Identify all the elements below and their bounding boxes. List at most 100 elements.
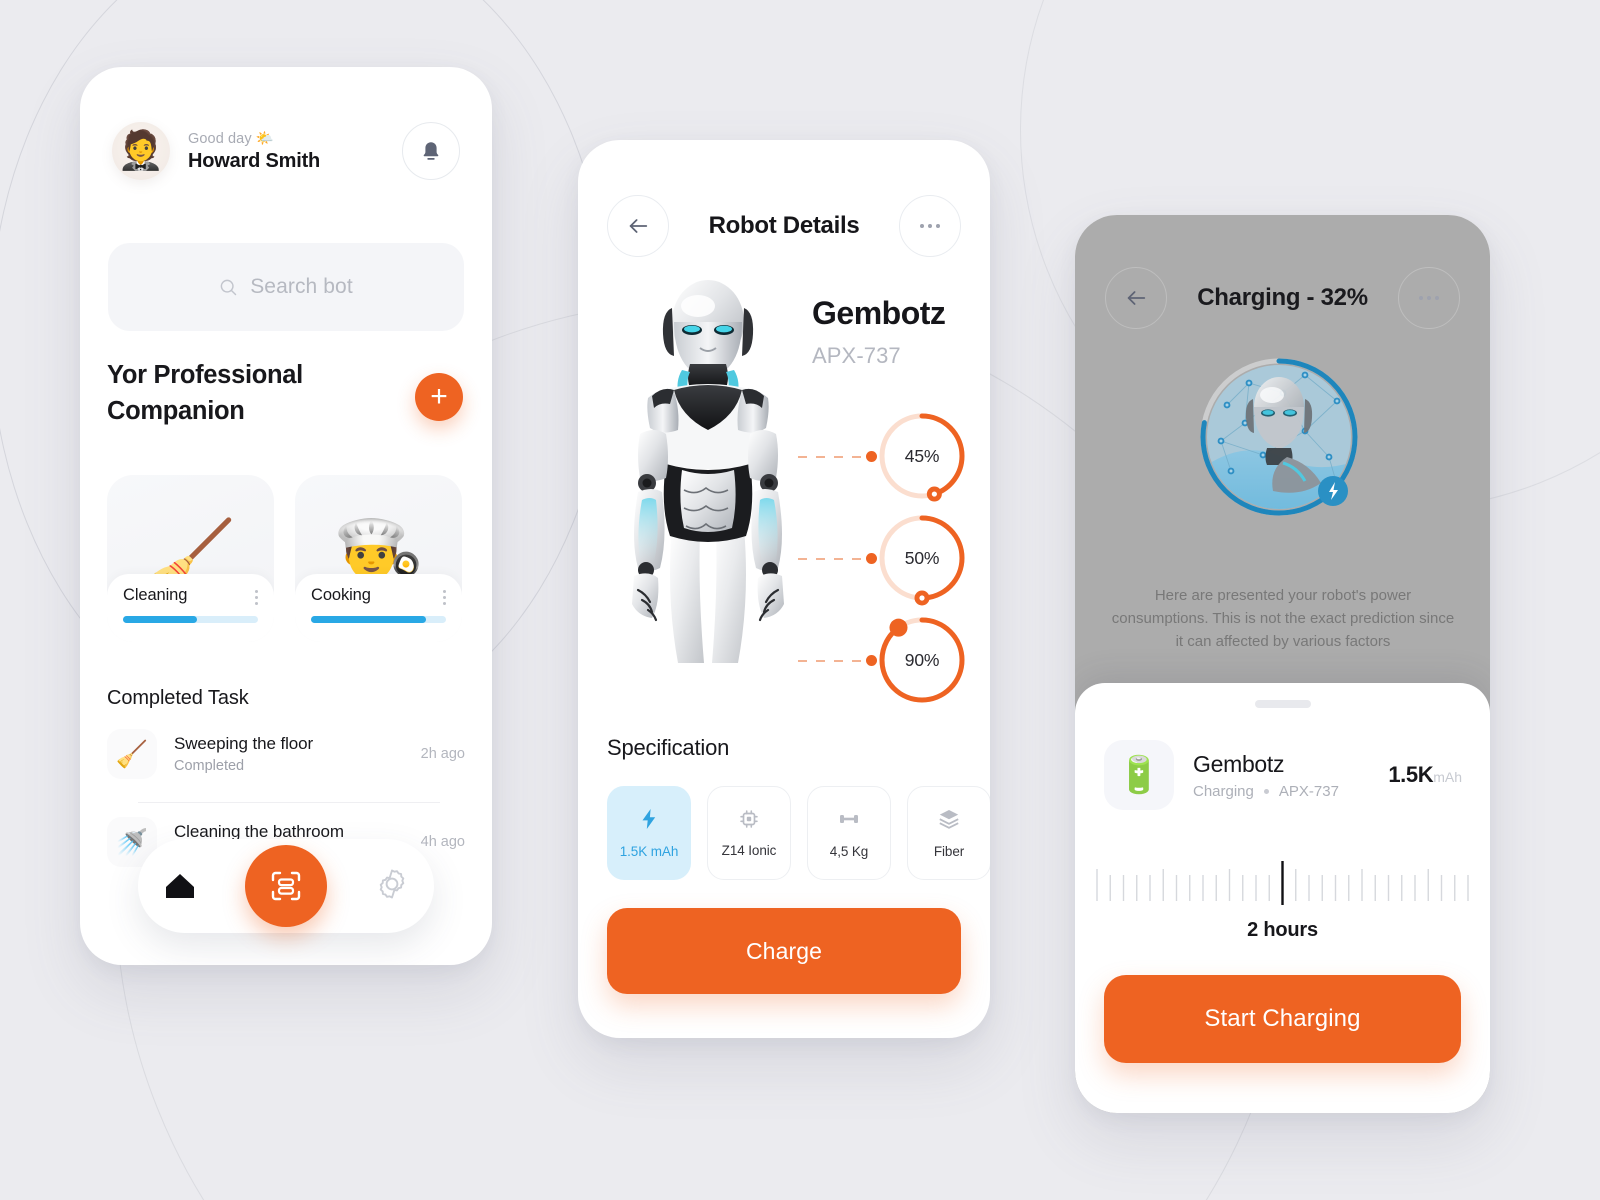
gauge-row-1: 45% — [792, 408, 982, 510]
plus-icon: + — [430, 380, 448, 413]
progress-gauge-45[interactable]: 45% — [874, 408, 970, 504]
progress-gauge-90[interactable]: 90% — [874, 612, 970, 708]
spec-label: 1.5K mAh — [619, 844, 679, 859]
spec-card-material[interactable]: Fiber — [907, 786, 990, 880]
start-charging-button[interactable]: Start Charging — [1104, 975, 1461, 1063]
duration-label: 2 hours — [1247, 919, 1318, 941]
greeting-text: Good day 🌤️ — [188, 130, 274, 147]
spec-card-processor[interactable]: Z14 Ionic — [707, 786, 791, 880]
capacity-readout: 1.5KmAh — [1388, 762, 1462, 788]
charge-button[interactable]: Charge — [607, 908, 961, 994]
arrow-left-icon — [1127, 291, 1146, 305]
add-bot-button[interactable]: + — [415, 373, 463, 421]
more-horizontal-icon — [1419, 296, 1439, 300]
nav-item-home[interactable] — [162, 868, 198, 905]
phone-screen-robot-details: Robot Details Gembotz APX-737 45% 50% 90… — [578, 140, 990, 1038]
spec-label: 4,5 Kg — [829, 844, 869, 859]
nav-item-settings[interactable] — [374, 866, 410, 907]
kebab-menu-icon[interactable] — [443, 586, 446, 605]
nav-item-scan[interactable] — [244, 845, 327, 927]
page-title: Charging - 32% — [1197, 284, 1368, 311]
bot-progress-fill — [311, 616, 426, 623]
charging-visual — [1200, 358, 1358, 516]
details-header: Robot Details — [578, 195, 990, 257]
dashed-connector — [798, 558, 868, 560]
task-timestamp: 4h ago — [420, 834, 465, 850]
phone-screen-charging: Charging - 32% Here are presented your r… — [1075, 215, 1490, 1113]
search-placeholder: Search bot — [250, 275, 353, 298]
user-name: Howard Smith — [188, 149, 321, 172]
more-options-button[interactable] — [899, 195, 961, 257]
bolt-icon — [642, 809, 656, 829]
dashed-connector — [798, 456, 868, 458]
notification-button[interactable] — [402, 122, 460, 180]
bot-progress-track — [311, 616, 446, 623]
spec-card-weight[interactable]: 4,5 Kg — [807, 786, 891, 880]
divider — [138, 802, 440, 803]
canvas: 🤵 Good day 🌤️ Howard Smith Search bot Yo… — [0, 0, 1600, 1200]
arrow-left-icon — [629, 219, 648, 233]
gauge-value: 45% — [904, 445, 940, 466]
device-name: Gembotz — [1193, 750, 1285, 777]
bot-name: Cleaning — [123, 586, 188, 604]
duration-ruler-slider[interactable] — [1075, 855, 1490, 911]
task-status: Completed — [174, 758, 245, 774]
bot-name: Cooking — [311, 586, 371, 604]
bot-card-footer: Cooking — [295, 574, 462, 642]
list-item[interactable]: 🧹 Sweeping the floor Completed 2h ago — [107, 727, 465, 781]
specification-title: Specification — [607, 735, 730, 760]
task-name: Sweeping the floor — [174, 734, 314, 753]
bot-card-footer: Cleaning — [107, 574, 274, 642]
bot-card-list: 🧹 Cleaning 👨‍🍳 Cooking — [107, 475, 462, 642]
gauge-list: 45% 50% 90% — [792, 408, 982, 714]
bot-progress-fill — [123, 616, 198, 623]
avatar[interactable]: 🤵 — [112, 122, 170, 180]
home-icon — [165, 873, 194, 898]
battery-icon: 🔋 — [1104, 740, 1174, 810]
specification-list: 1.5K mAh Z14 Ionic 4,5 Kg Fiber — [607, 786, 990, 880]
status-badge: Charging — [1193, 782, 1254, 800]
charging-header: Charging - 32% — [1075, 267, 1490, 329]
man-avatar-icon: 🤵 — [117, 130, 165, 172]
device-summary-row: 🔋 Gembotz Charging APX-737 1.5KmAh — [1104, 739, 1462, 811]
spec-label: Z14 Ionic — [721, 843, 777, 858]
gauge-row-2: 50% — [792, 510, 982, 612]
back-button[interactable] — [1105, 267, 1167, 329]
more-horizontal-icon — [920, 224, 940, 228]
bot-card-cleaning[interactable]: 🧹 Cleaning — [107, 475, 274, 642]
search-icon — [220, 279, 237, 295]
bot-progress-track — [123, 616, 258, 623]
gear-icon — [380, 869, 405, 898]
gauge-row-3: 90% — [792, 612, 982, 714]
bot-card-cooking[interactable]: 👨‍🍳 Cooking — [295, 475, 462, 642]
device-status-row: Charging APX-737 — [1193, 783, 1388, 800]
gauge-value: 50% — [904, 547, 940, 568]
weight-icon — [840, 815, 858, 823]
back-button[interactable] — [607, 195, 669, 257]
phone-screen-home: 🤵 Good day 🌤️ Howard Smith Search bot Yo… — [80, 67, 492, 965]
spec-label: Fiber — [933, 844, 965, 859]
progress-gauge-50[interactable]: 50% — [874, 510, 970, 606]
gauge-value: 90% — [904, 649, 940, 670]
capacity-value: 1.5K — [1388, 762, 1434, 787]
separator-dot — [1263, 788, 1269, 794]
sheet-drag-handle[interactable] — [1254, 700, 1311, 708]
search-input[interactable]: Search bot — [108, 243, 464, 331]
bell-icon — [423, 141, 439, 160]
page-title: Yor Professional Companion — [107, 361, 303, 426]
layers-icon — [939, 810, 959, 829]
broom-icon: 🧹 — [107, 729, 157, 779]
kebab-menu-icon[interactable] — [255, 586, 258, 605]
charging-bottom-sheet: 🔋 Gembotz Charging APX-737 1.5KmAh 2 hou… — [1075, 683, 1490, 1113]
greeting-block: Good day 🌤️ Howard Smith — [188, 130, 402, 173]
spec-card-battery[interactable]: 1.5K mAh — [607, 786, 691, 880]
bottom-navigation — [138, 839, 434, 933]
home-header: 🤵 Good day 🌤️ Howard Smith — [80, 67, 492, 180]
robot-name: Gembotz — [812, 295, 946, 331]
completed-task-title: Completed Task — [107, 687, 249, 709]
scan-icon — [271, 871, 301, 901]
task-timestamp: 2h ago — [420, 746, 465, 762]
chip-icon — [740, 810, 758, 828]
more-options-button[interactable] — [1398, 267, 1460, 329]
charging-description: Here are presented your robot's power co… — [1111, 587, 1455, 650]
